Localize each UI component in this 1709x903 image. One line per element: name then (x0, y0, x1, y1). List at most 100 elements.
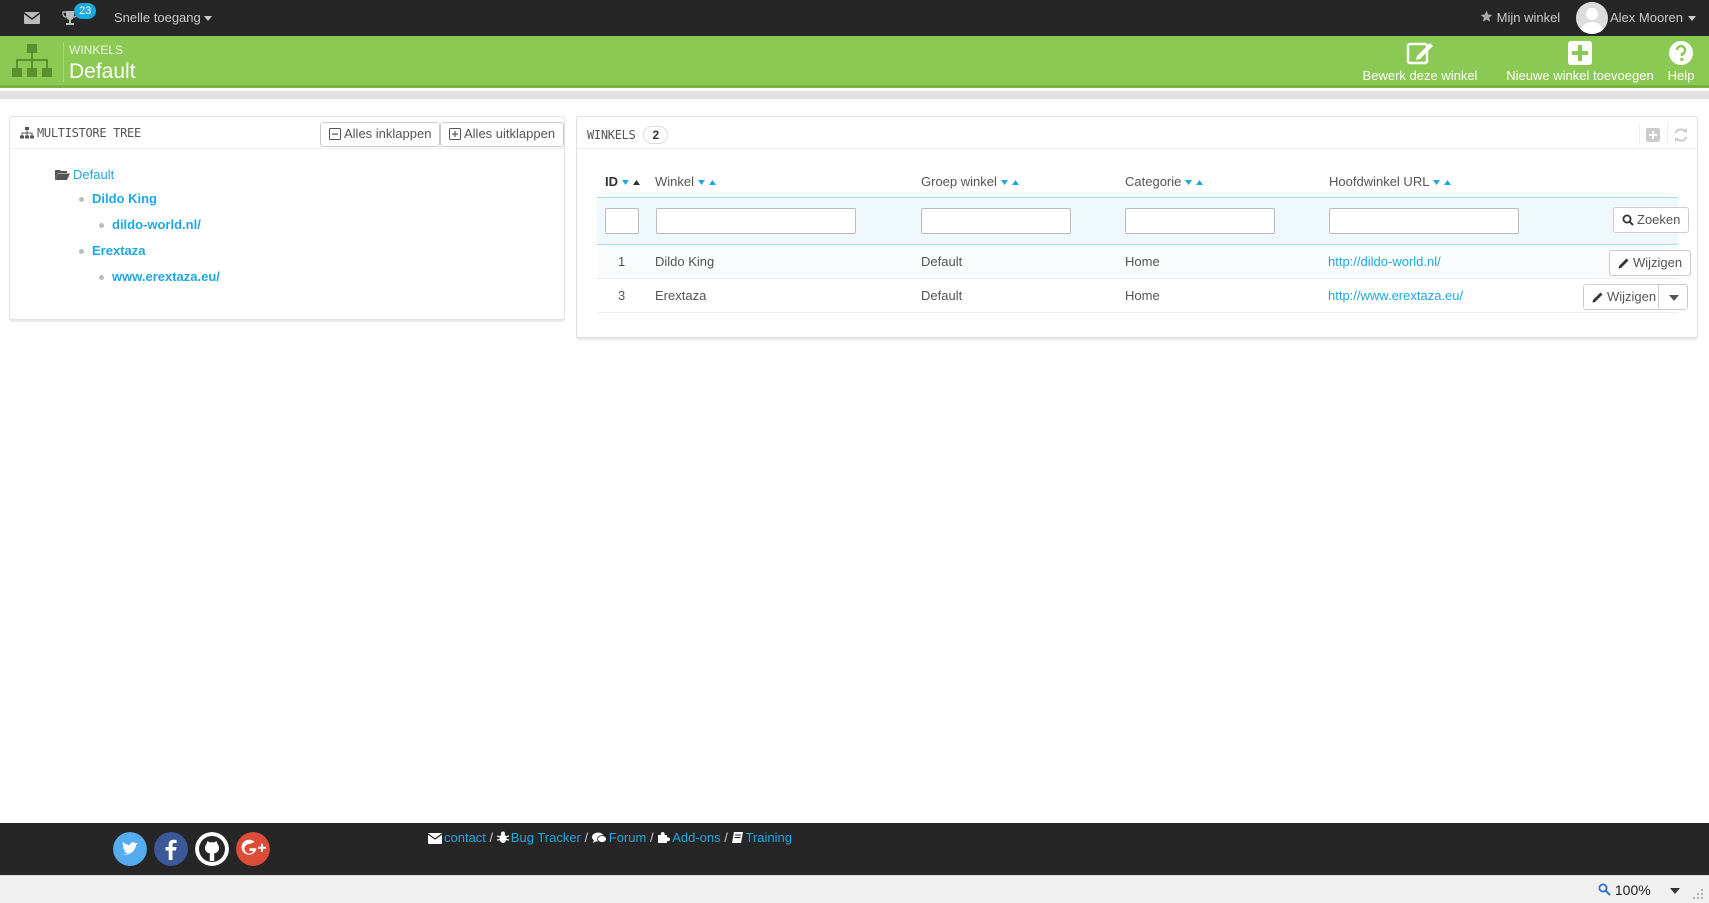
resize-grip-icon[interactable] (1692, 888, 1704, 900)
sort-icon[interactable] (1000, 179, 1020, 187)
user-name: Alex Mooren (1610, 10, 1683, 25)
panel-heading: MULTISTORE TREE Alles inklappen Alles ui… (10, 117, 565, 149)
header-divider (63, 42, 64, 82)
footer-link-training[interactable]: Training (746, 830, 792, 845)
pencil-icon (1618, 258, 1629, 269)
bullet-icon (99, 223, 104, 229)
refresh-tool[interactable] (1667, 123, 1693, 145)
cell-category: Home (1125, 288, 1160, 303)
envelope-icon (427, 833, 443, 844)
tree-node-store[interactable]: Erextaza (79, 243, 145, 258)
cell-url[interactable]: http://dildo-world.nl/ (1328, 254, 1441, 269)
search-icon (1622, 214, 1634, 226)
edit-button[interactable]: Wijzigen (1583, 284, 1666, 310)
table-row[interactable]: 3 Erextaza Default Home http://www.erext… (597, 280, 1688, 313)
filter-category-input[interactable] (1125, 208, 1275, 234)
bullet-icon (99, 275, 104, 281)
sitemap-icon (12, 44, 52, 77)
collapse-all-button[interactable]: Alles inklappen (320, 122, 441, 147)
github-icon[interactable] (195, 832, 229, 866)
column-header-group[interactable]: Groep winkel (921, 174, 1020, 189)
user-avatar[interactable] (1576, 2, 1608, 34)
filter-store-input[interactable] (656, 208, 856, 234)
mail-icon[interactable] (24, 12, 40, 24)
column-label: ID (605, 174, 618, 189)
edit-button[interactable]: Wijzigen (1609, 250, 1692, 276)
panel-title: MULTISTORE TREE (20, 126, 141, 140)
multistore-tree-panel: MULTISTORE TREE Alles inklappen Alles ui… (9, 116, 565, 320)
expand-all-button[interactable]: Alles uitklappen (440, 122, 565, 147)
plus-square-icon (1568, 41, 1592, 65)
footer-link-bug-tracker[interactable]: Bug Tracker (511, 830, 581, 845)
refresh-icon (1674, 128, 1688, 142)
stores-title-text: WINKELS (587, 128, 636, 142)
quick-access-dropdown[interactable]: Snelle toegang (114, 10, 212, 25)
footer-link-addons[interactable]: Add-ons (672, 830, 720, 845)
edit-store-group-button[interactable]: Bewerk deze winkel groep (1346, 40, 1494, 98)
zoom-dropdown-caret[interactable] (1670, 888, 1680, 894)
column-header-url[interactable]: Hoofdwinkel URL (1329, 174, 1452, 189)
help-button[interactable]: Help (1662, 40, 1700, 83)
sort-icon[interactable] (621, 179, 641, 187)
minus-square-icon (329, 128, 341, 140)
column-label: Winkel (655, 174, 695, 189)
twitter-icon[interactable] (113, 832, 147, 866)
link-separator: / (489, 830, 494, 845)
sitemap-icon (20, 127, 34, 139)
filter-url-input[interactable] (1329, 208, 1519, 234)
tree-node-label[interactable]: dildo-world.nl/ (112, 217, 201, 232)
sort-icon[interactable] (1184, 179, 1204, 187)
notification-badge[interactable]: 23 (74, 3, 97, 19)
footer-link-contact[interactable]: contact (444, 830, 486, 845)
row-actions-dropdown[interactable] (1658, 284, 1688, 310)
plus-square-icon (1646, 128, 1660, 142)
panel-title: WINKELS 2 (587, 126, 668, 144)
add-new-tool[interactable] (1639, 123, 1665, 145)
my-store-link[interactable]: Mijn winkel (1480, 10, 1560, 25)
cell-url[interactable]: http://www.erextaza.eu/ (1328, 288, 1463, 303)
cell-category: Home (1125, 254, 1160, 269)
link-separator: / (649, 830, 654, 845)
footer-links: contact / Bug Tracker / Forum / Add-ons … (427, 830, 792, 845)
tree-node-store[interactable]: Dildo King (79, 191, 157, 206)
tree-node-label[interactable]: Erextaza (92, 243, 145, 258)
link-separator: / (584, 830, 589, 845)
filter-row: Zoeken (597, 197, 1690, 245)
star-icon (1480, 10, 1493, 22)
column-header-category[interactable]: Categorie (1125, 174, 1204, 189)
page-header: WINKELS Default Bewerk deze winkel groep… (0, 36, 1709, 98)
google-plus-icon[interactable] (236, 832, 270, 866)
breadcrumb[interactable]: WINKELS (69, 43, 123, 57)
facebook-icon[interactable] (154, 832, 188, 866)
link-separator: / (724, 830, 728, 845)
help-label: Help (1667, 68, 1695, 83)
sort-icon[interactable] (697, 179, 717, 187)
comments-icon (591, 832, 607, 843)
zoom-control[interactable]: 100% (1598, 882, 1651, 898)
column-label: Groep winkel (921, 174, 997, 189)
user-menu[interactable]: Alex Mooren (1610, 10, 1696, 25)
filter-group-input[interactable] (921, 208, 1071, 234)
sort-icon[interactable] (1432, 179, 1452, 187)
column-header-id[interactable]: ID (605, 174, 641, 189)
new-store-button[interactable]: Nieuwe winkel toevoegen (1506, 40, 1654, 83)
search-button[interactable]: Zoeken (1613, 207, 1690, 233)
expand-all-label: Alles uitklappen (464, 126, 556, 141)
tree-node-label[interactable]: Dildo King (92, 191, 157, 206)
tree-node-group[interactable]: Default (55, 167, 114, 182)
tree-node-url[interactable]: dildo-world.nl/ (99, 217, 201, 232)
table-row[interactable]: 1 Dildo King Default Home http://dildo-w… (597, 246, 1692, 279)
my-store-label: Mijn winkel (1496, 10, 1561, 25)
filter-id-input[interactable] (605, 208, 639, 234)
tree-node-url[interactable]: www.erextaza.eu/ (99, 269, 220, 284)
footer-link-forum[interactable]: Forum (609, 830, 647, 845)
tree-node-label[interactable]: www.erextaza.eu/ (112, 269, 220, 284)
plus-square-icon (449, 128, 461, 140)
new-store-label: Nieuwe winkel toevoegen (1506, 68, 1654, 83)
collapse-all-label: Alles inklappen (344, 126, 432, 141)
edit-icon (1406, 42, 1433, 65)
column-header-store[interactable]: Winkel (655, 174, 717, 189)
tree-title-text: MULTISTORE TREE (37, 126, 141, 140)
header-subbar (0, 91, 1709, 99)
tree-node-label[interactable]: Default (73, 167, 114, 182)
